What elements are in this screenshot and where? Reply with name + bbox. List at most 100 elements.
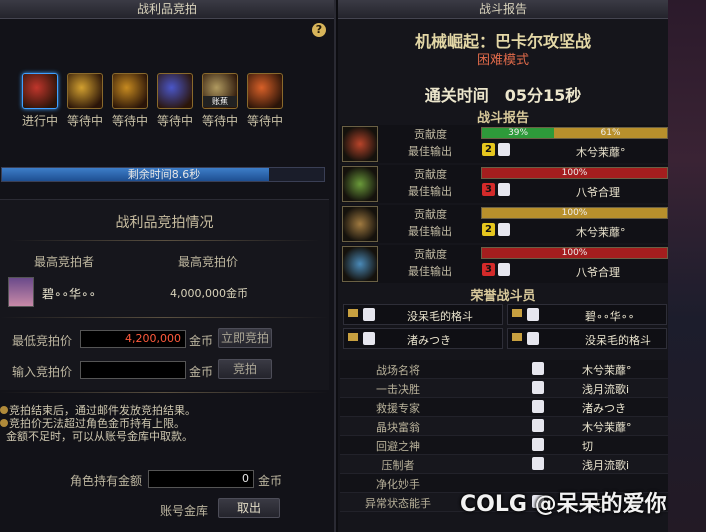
notice-line-3: 金额不足时，可以从账号金库中取款。 xyxy=(6,430,193,443)
contribution-segment: 100% xyxy=(482,168,667,178)
player-avatar xyxy=(363,332,375,345)
bidder-avatar xyxy=(8,277,34,307)
contribution-bar: 100% xyxy=(481,167,668,179)
rank-badge: 2 xyxy=(482,143,495,156)
report-section-title: 战斗报告 xyxy=(476,111,529,126)
crown-icon xyxy=(512,333,522,341)
min-bid-field: 4,200,000 xyxy=(80,330,186,348)
instant-bid-button[interactable]: 立即竞拍 xyxy=(218,328,272,348)
min-bid-label: 最低竞拍价 xyxy=(12,334,73,348)
input-bid-label: 输入竞拍价 xyxy=(12,365,73,379)
crown-icon xyxy=(348,309,358,317)
time-remaining-text: 剩余时间8.6秒 xyxy=(127,168,201,181)
award-label: 一击决胜 xyxy=(376,383,420,396)
divider xyxy=(10,240,320,241)
item-status-label: 等待中 xyxy=(201,114,238,128)
item-slot[interactable] xyxy=(247,73,283,109)
divider xyxy=(0,392,329,393)
contribution-segment: 61% xyxy=(554,128,667,138)
party-portrait xyxy=(342,206,378,242)
clear-time: 通关时间 05分15秒 xyxy=(424,86,582,105)
player-avatar xyxy=(498,223,510,236)
player-avatar xyxy=(363,308,375,321)
award-player-name: 渚みつき xyxy=(582,402,626,415)
vault-label: 账号金库 xyxy=(160,504,209,518)
party-portrait xyxy=(342,166,378,202)
award-label: 净化妙手 xyxy=(376,478,420,491)
player-avatar xyxy=(532,457,544,470)
best-dps-label: 最佳输出 xyxy=(408,265,452,278)
best-dps-name: 八爷合理 xyxy=(576,186,620,199)
best-dps-label: 最佳输出 xyxy=(408,145,452,158)
honor-name: 碧∘∘华∘∘ xyxy=(585,310,635,323)
bidder-name: 碧∘∘华∘∘ xyxy=(42,287,97,301)
award-player-name: 木兮茉蘼° xyxy=(582,421,632,434)
best-dps-label: 最佳输出 xyxy=(408,225,452,238)
item-slot[interactable] xyxy=(157,73,193,109)
contribution-label: 贡献度 xyxy=(414,128,447,141)
difficulty-mode: 困难模式 xyxy=(476,53,529,68)
bullet-icon xyxy=(0,406,8,414)
withdraw-button[interactable]: 取出 xyxy=(218,498,280,518)
background-scene xyxy=(668,0,706,532)
item-slot[interactable]: 账蕉 xyxy=(202,73,238,109)
item-slot[interactable] xyxy=(22,73,58,109)
player-avatar xyxy=(532,381,544,394)
award-player-name: 切 xyxy=(582,440,593,453)
honor-name: 没呆毛的格斗 xyxy=(407,310,473,323)
contribution-label: 贡献度 xyxy=(414,168,447,181)
award-label: 救援专家 xyxy=(376,402,420,415)
player-avatar xyxy=(498,183,510,196)
contribution-label: 贡献度 xyxy=(414,248,447,261)
player-avatar xyxy=(527,308,539,321)
rank-badge: 2 xyxy=(482,223,495,236)
contribution-bar: 100% xyxy=(481,247,668,259)
award-player-name: 浅月流歌i xyxy=(582,459,630,472)
rank-badge: 3 xyxy=(482,183,495,196)
contribution-label: 贡献度 xyxy=(414,208,447,221)
rank-badge: 3 xyxy=(482,263,495,276)
player-avatar xyxy=(532,438,544,451)
award-label: 异常状态能手 xyxy=(365,497,431,510)
player-avatar xyxy=(532,419,544,432)
bid-input[interactable] xyxy=(80,361,186,379)
award-label: 压制者 xyxy=(381,459,415,472)
player-avatar xyxy=(532,362,544,375)
contribution-segment: 100% xyxy=(482,208,667,218)
bid-amount: 4,000,000金币 xyxy=(170,287,248,300)
best-dps-label: 最佳输出 xyxy=(408,185,452,198)
contribution-segment: 100% xyxy=(482,248,667,258)
divider xyxy=(0,317,329,318)
party-portrait xyxy=(342,126,378,162)
col-highest-bidder: 最高竞拍者 xyxy=(34,255,95,269)
crown-icon xyxy=(348,333,358,341)
item-status-label: 等待中 xyxy=(66,114,103,128)
best-dps-name: 木兮茉蘼° xyxy=(576,146,626,159)
player-avatar xyxy=(498,263,510,276)
award-label: 晶块富翁 xyxy=(376,421,420,434)
best-dps-name: 木兮茉蘼° xyxy=(576,226,626,239)
gold-unit-label: 金币 xyxy=(258,474,283,488)
help-icon[interactable]: ? xyxy=(312,23,326,37)
honor-section-title: 荣誉战斗员 xyxy=(470,289,536,304)
party-portrait xyxy=(342,246,378,282)
gold-unit-label: 金币 xyxy=(189,334,214,348)
item-slot[interactable] xyxy=(67,73,103,109)
auction-status-title: 战利品竞拍情况 xyxy=(115,215,214,231)
player-avatar xyxy=(527,332,539,345)
bid-button[interactable]: 竞拍 xyxy=(218,359,272,379)
char-gold-label: 角色持有金额 xyxy=(70,474,143,488)
contribution-bar: 39% 61% xyxy=(481,127,668,139)
col-highest-price: 最高竞拍价 xyxy=(178,255,239,269)
item-status-label: 进行中 xyxy=(21,114,58,128)
award-player-name: 木兮茉蘼° xyxy=(582,364,632,377)
item-status-label: 等待中 xyxy=(156,114,193,128)
honor-name: 渚みつき xyxy=(407,334,451,347)
contribution-segment: 39% xyxy=(482,128,555,138)
char-gold-field: 0 xyxy=(148,470,254,488)
item-slot[interactable] xyxy=(112,73,148,109)
award-label: 回避之神 xyxy=(376,440,420,453)
loot-auction-title: 战利品竞拍 xyxy=(0,0,334,19)
player-avatar xyxy=(532,400,544,413)
award-label: 战场名将 xyxy=(376,364,420,377)
